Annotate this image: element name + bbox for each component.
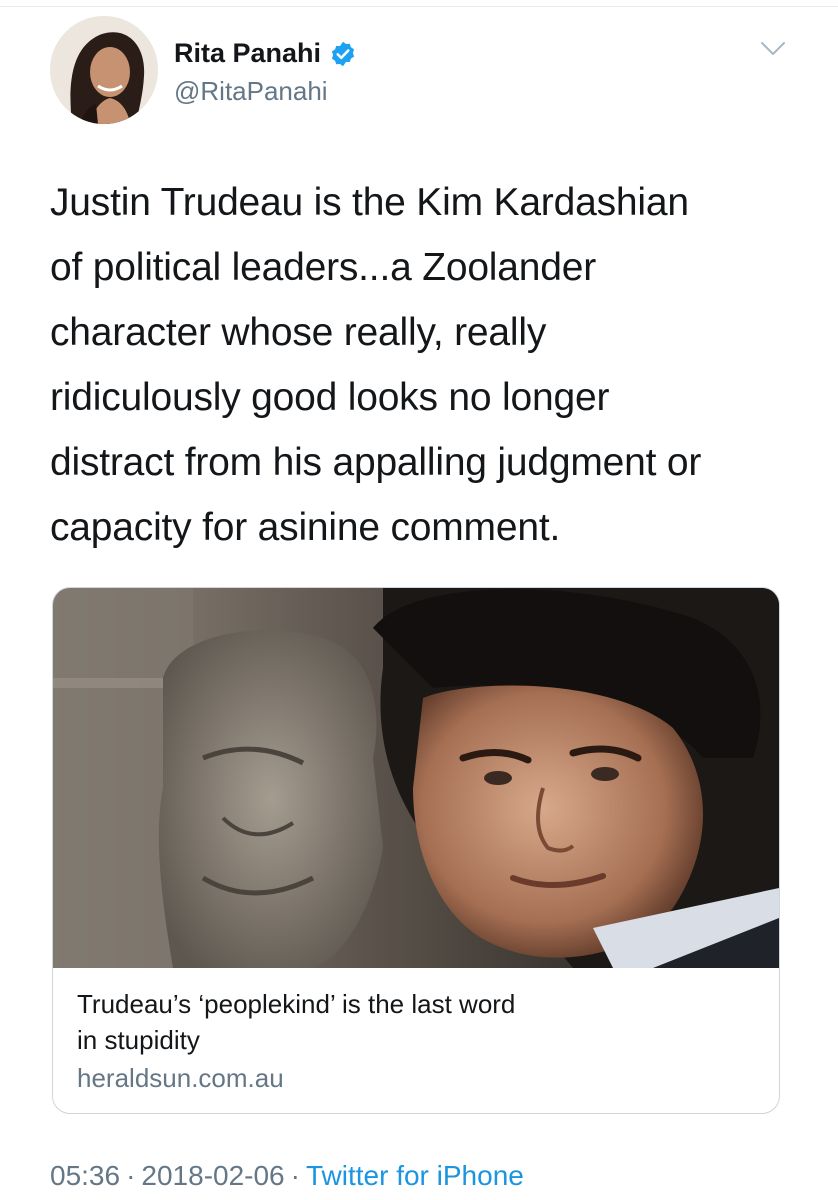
separator: · xyxy=(290,1160,300,1191)
author-name-row: Rita Panahi xyxy=(174,38,357,69)
chevron-down-icon[interactable] xyxy=(760,40,786,58)
tweet-header: Rita Panahi @RitaPanahi xyxy=(50,16,800,126)
avatar-image xyxy=(50,16,158,124)
author-name[interactable]: Rita Panahi xyxy=(174,38,321,69)
avatar[interactable] xyxy=(50,16,158,124)
card-title-line: in stupidity xyxy=(77,1025,200,1055)
tweet-text-line: of political leaders...a Zoolander xyxy=(50,246,597,289)
tweet-time[interactable]: 05:36 xyxy=(50,1160,120,1191)
tweet-text-line: Justin Trudeau is the Kim Kardashian xyxy=(50,181,689,224)
tweet-text-line: ridiculously good looks no longer xyxy=(50,376,610,419)
separator: · xyxy=(126,1160,136,1191)
author-handle[interactable]: @RitaPanahi xyxy=(174,76,328,107)
tweet-source-link[interactable]: Twitter for iPhone xyxy=(306,1160,524,1191)
link-preview-card[interactable]: Trudeau’s ‘peoplekind’ is the last word … xyxy=(52,587,780,1114)
card-domain: heraldsun.com.au xyxy=(77,1063,284,1093)
card-title-line: Trudeau’s ‘peoplekind’ is the last word xyxy=(77,989,516,1019)
tweet-text-line: character whose really, really xyxy=(50,311,547,354)
tweet-date[interactable]: 2018-02-06 xyxy=(141,1160,284,1191)
tweet-text-line: capacity for asinine comment. xyxy=(50,506,561,549)
tweet-text: Justin Trudeau is the Kim Kardashian of … xyxy=(50,170,790,560)
tweet-meta: 05:36 · 2018-02-06 · Twitter for iPhone xyxy=(50,1160,524,1192)
top-divider xyxy=(0,0,838,7)
verified-badge-icon xyxy=(331,41,355,66)
card-text: Trudeau’s ‘peoplekind’ is the last word … xyxy=(77,986,757,1096)
card-image xyxy=(53,588,779,968)
tweet-text-line: distract from his appalling judgment or xyxy=(50,441,702,484)
